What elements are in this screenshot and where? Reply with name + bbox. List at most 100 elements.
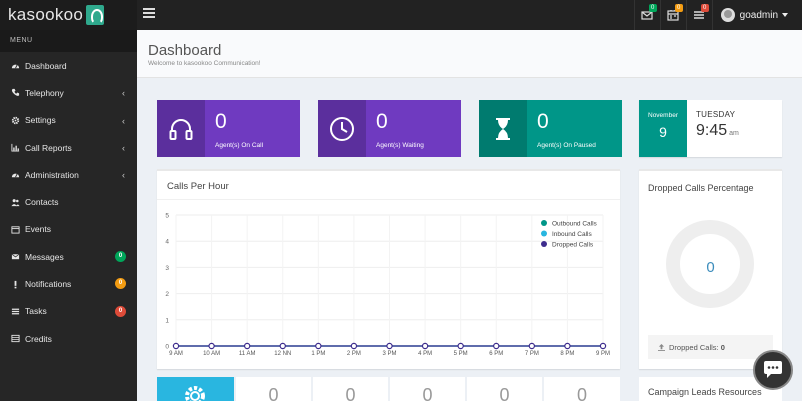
- legend-swatch: [541, 220, 547, 226]
- stat-label: Agent(s) On Call: [215, 142, 264, 149]
- sidebar-item-label: Messages: [25, 251, 64, 262]
- page-subtitle: Welcome to kasookoo Communication!: [148, 60, 261, 67]
- messages-count-badge: 0: [115, 251, 126, 263]
- clock-icon: [318, 100, 366, 157]
- sidebar-item-label: Tasks: [25, 306, 47, 317]
- events-badge: 0: [674, 4, 683, 12]
- x-tick-label: 5 PM: [454, 351, 468, 357]
- date-weekday: TUESDAY: [696, 110, 736, 119]
- data-point: [564, 342, 571, 350]
- dropped-calls-box: Dropped Calls Percentage 0 Dropped Calls…: [639, 169, 782, 369]
- calls-per-hour-box: Calls Per Hour 0 1 2 3 4 5 9 AM 10 AM 11 AM 12 NN…: [157, 169, 620, 369]
- sidebar-item-label: Settings: [25, 115, 56, 126]
- x-tick-label: 7 PM: [525, 351, 539, 357]
- sidebar-item-messages[interactable]: Messages 0: [0, 243, 137, 270]
- x-tick-label: 1 PM: [311, 351, 325, 357]
- messages-menu[interactable]: 0: [633, 0, 660, 30]
- tasks-icon: [10, 307, 20, 316]
- gear-icon: [10, 116, 20, 125]
- caret-down-icon: [782, 13, 788, 17]
- y-tick-label: 5: [165, 213, 169, 220]
- bottom-stat-tile: 0: [390, 377, 465, 401]
- bottom-stat-tile: 0: [313, 377, 388, 401]
- clock-ampm: am: [729, 130, 739, 137]
- legend-swatch: [541, 230, 547, 237]
- dropped-percentage-value: 0: [706, 259, 715, 276]
- sidebar-item-administration[interactable]: Administration ‹: [0, 161, 137, 188]
- page-title: Dashboard: [148, 42, 222, 59]
- dashboard-icon: [10, 61, 20, 70]
- legend-label: Inbound Calls: [552, 231, 592, 238]
- x-tick-label: 3 PM: [382, 351, 396, 357]
- sidebar-toggle-icon[interactable]: [143, 8, 155, 22]
- chat-bubble-icon: [764, 361, 782, 378]
- x-tick-label: 8 PM: [560, 351, 574, 357]
- campaign-title: Campaign Leads Resources: [648, 387, 762, 397]
- stat-agents-on-paused: 0 Agent(s) On Paused: [479, 100, 622, 157]
- sidebar-item-credits[interactable]: Credits: [0, 325, 137, 352]
- data-point: [421, 342, 429, 350]
- sidebar-item-label: Events: [25, 224, 51, 235]
- data-point: [172, 342, 180, 350]
- chevron-left-icon: ‹: [122, 88, 125, 99]
- sidebar-item-settings[interactable]: Settings ‹: [0, 107, 137, 134]
- bottom-settings-tile[interactable]: [157, 377, 234, 401]
- sidebar-item-label: Notifications: [25, 279, 72, 290]
- x-tick-label: 2 PM: [347, 351, 361, 357]
- bottom-stat-tile: 0: [467, 377, 542, 401]
- sidebar-item-notifications[interactable]: Notifications 0: [0, 270, 137, 297]
- data-point: [350, 342, 358, 350]
- users-icon: [10, 198, 20, 207]
- sidebar-menu-header: MENU: [0, 30, 137, 52]
- headphones-icon: [157, 100, 205, 157]
- events-menu[interactable]: 0: [659, 0, 686, 30]
- top-navbar: kasookoo 0 0 0 goadmin: [0, 0, 802, 30]
- sidebar-item-dashboard[interactable]: Dashboard: [0, 52, 137, 79]
- data-point: [208, 342, 215, 350]
- stat-value: 0: [376, 110, 388, 133]
- x-tick-label: 6 PM: [489, 351, 503, 357]
- dropped-calls-footer[interactable]: Dropped Calls: 0: [648, 335, 773, 359]
- x-tick-label: 9 PM: [596, 351, 610, 357]
- dropped-footer-value: 0: [720, 342, 725, 352]
- hourglass-icon: [479, 100, 527, 157]
- notifications-count-badge: 0: [115, 278, 126, 290]
- date-day: 9: [659, 124, 667, 140]
- brand-mark-icon: [86, 5, 105, 25]
- sidebar-item-label: Call Reports: [25, 142, 72, 153]
- data-point: [279, 342, 286, 350]
- brand-logo[interactable]: kasookoo: [0, 0, 137, 30]
- messages-badge: 0: [648, 4, 657, 12]
- y-tick-label: 1: [165, 317, 169, 324]
- sidebar-item-telephony[interactable]: Telephony ‹: [0, 79, 137, 106]
- avatar: [720, 8, 735, 22]
- stat-value: 0: [537, 110, 549, 133]
- y-tick-label: 0: [165, 344, 169, 351]
- sidebar-item-call-reports[interactable]: Call Reports ‹: [0, 134, 137, 161]
- list-icon: [10, 334, 20, 343]
- calendar-icon: [10, 225, 20, 234]
- bar-chart-icon: [10, 143, 20, 152]
- envelope-icon: [10, 252, 20, 261]
- tasks-menu[interactable]: 0: [685, 0, 712, 30]
- brand-name: kasookoo: [8, 5, 84, 24]
- sidebar-item-label: Dashboard: [25, 60, 67, 71]
- x-tick-label: 10 AM: [203, 351, 220, 357]
- bottom-stat-tile: 0: [544, 377, 620, 401]
- upload-icon: [658, 343, 665, 351]
- clock-time: 9:45 am: [696, 122, 739, 140]
- stat-label: Agent(s) Waiting: [376, 142, 424, 149]
- dropped-title: Dropped Calls Percentage: [648, 183, 754, 193]
- tasks-count-badge: 0: [115, 305, 126, 317]
- sidebar-item-tasks[interactable]: Tasks 0: [0, 298, 137, 325]
- sidebar-item-label: Telephony: [25, 87, 64, 98]
- user-name: goadmin: [739, 9, 778, 21]
- calls-per-hour-chart: 0 1 2 3 4 5 9 AM 10 AM 11 AM 12 NN 1 PM 2 PM 3 PM 4 P…: [165, 213, 610, 358]
- user-menu[interactable]: goadmin: [711, 0, 802, 30]
- chevron-left-icon: ‹: [122, 142, 125, 153]
- chat-widget-button[interactable]: [753, 350, 793, 390]
- sidebar-item-events[interactable]: Events: [0, 216, 137, 243]
- content-header: Dashboard Welcome to kasookoo Communicat…: [137, 30, 802, 78]
- sidebar-item-contacts[interactable]: Contacts: [0, 188, 137, 215]
- data-point: [386, 342, 393, 350]
